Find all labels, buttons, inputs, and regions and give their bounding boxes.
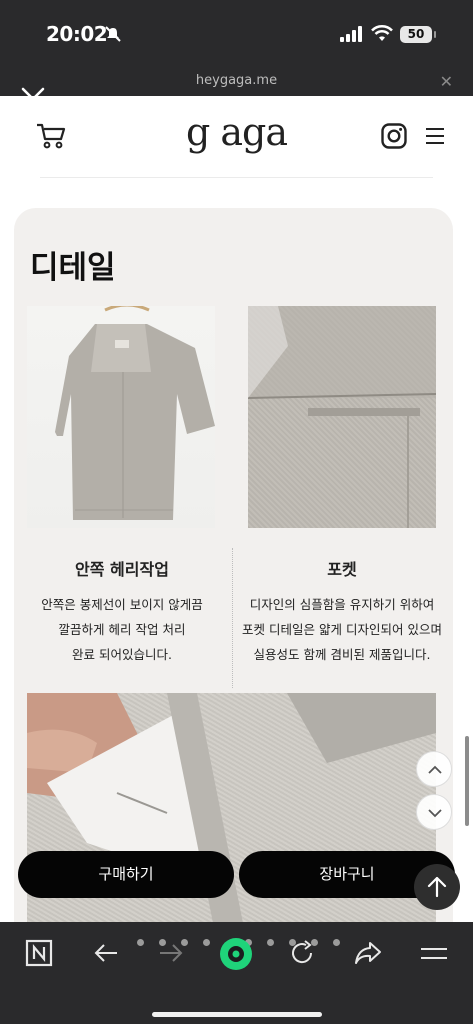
arrow-up-icon xyxy=(427,876,447,898)
detail-line: 깔끔하게 헤리 작업 처리 xyxy=(58,622,186,637)
hamburger-menu-icon[interactable] xyxy=(426,128,444,144)
back-arrow-icon[interactable] xyxy=(93,940,119,966)
back-to-top-button[interactable] xyxy=(414,864,460,910)
detail-heading: 포켓 xyxy=(327,560,357,579)
browser-url-bar[interactable]: heygaga.me ✕ xyxy=(0,70,473,96)
detail-item-pocket: 포켓 디자인의 심플함을 유지하기 위하여 포켓 디테일은 얇게 디자인되어 있… xyxy=(242,556,442,667)
mute-bell-icon xyxy=(105,26,121,42)
chevron-down-icon xyxy=(428,809,442,818)
web-page: g aga 디테일 안쪽 헤리작업 안쪽은 봉제선이 보이지 않게끔 깔끔하게 … xyxy=(0,96,473,922)
detail-line: 실용성도 함께 겸비된 제품입니다. xyxy=(253,647,431,662)
browser-toolbar xyxy=(0,922,473,1024)
wifi-icon xyxy=(371,25,393,41)
forward-arrow-icon[interactable] xyxy=(158,940,184,966)
detail-line: 완료 되어있습니다. xyxy=(72,647,172,662)
share-icon[interactable] xyxy=(354,940,382,966)
scroll-up-button[interactable] xyxy=(416,751,452,787)
column-divider xyxy=(232,548,233,688)
detail-line: 디자인의 심플함을 유지하기 위하여 xyxy=(249,597,435,612)
detail-photo-pocket xyxy=(248,306,436,528)
reload-icon[interactable] xyxy=(288,939,316,967)
site-header: g aga xyxy=(0,96,473,180)
detail-heading: 안쪽 헤리작업 xyxy=(75,560,169,579)
home-indicator[interactable] xyxy=(152,1012,322,1017)
status-time: 20:02 xyxy=(46,22,108,46)
detail-line: 포켓 디테일은 얇게 디자인되어 있으며 xyxy=(242,622,442,637)
menu-icon[interactable] xyxy=(421,944,447,964)
home-icon[interactable] xyxy=(218,936,254,972)
detail-section: 디테일 안쪽 헤리작업 안쪽은 봉제선이 보이지 않게끔 깔끔하게 헤리 작업 … xyxy=(14,208,453,922)
header-divider xyxy=(40,177,433,178)
instagram-icon[interactable] xyxy=(381,123,407,149)
chevron-up-icon xyxy=(428,765,442,774)
scrollbar[interactable] xyxy=(465,736,469,826)
section-title: 디테일 xyxy=(30,250,116,286)
phone-screen: 20:02 50 heygaga.me ✕ g aga 디테일 안쪽 헤리작업 … xyxy=(0,0,473,1024)
buy-now-button[interactable]: 구매하기 xyxy=(18,851,234,898)
scroll-down-button[interactable] xyxy=(416,794,452,830)
close-icon[interactable] xyxy=(20,86,46,112)
url-close-icon[interactable]: ✕ xyxy=(440,72,453,91)
detail-line: 안쪽은 봉제선이 보이지 않게끔 xyxy=(41,597,203,612)
status-bar: 20:02 50 xyxy=(0,0,473,70)
signal-icon xyxy=(340,26,362,42)
detail-photo-inner-finish xyxy=(27,306,215,528)
tab-switcher-icon[interactable] xyxy=(25,939,53,967)
battery-indicator: 50 xyxy=(400,26,436,43)
url-text[interactable]: heygaga.me xyxy=(0,73,473,88)
detail-item-inner-finish: 안쪽 헤리작업 안쪽은 봉제선이 보이지 않게끔 깔끔하게 헤리 작업 처리 완… xyxy=(22,556,222,667)
